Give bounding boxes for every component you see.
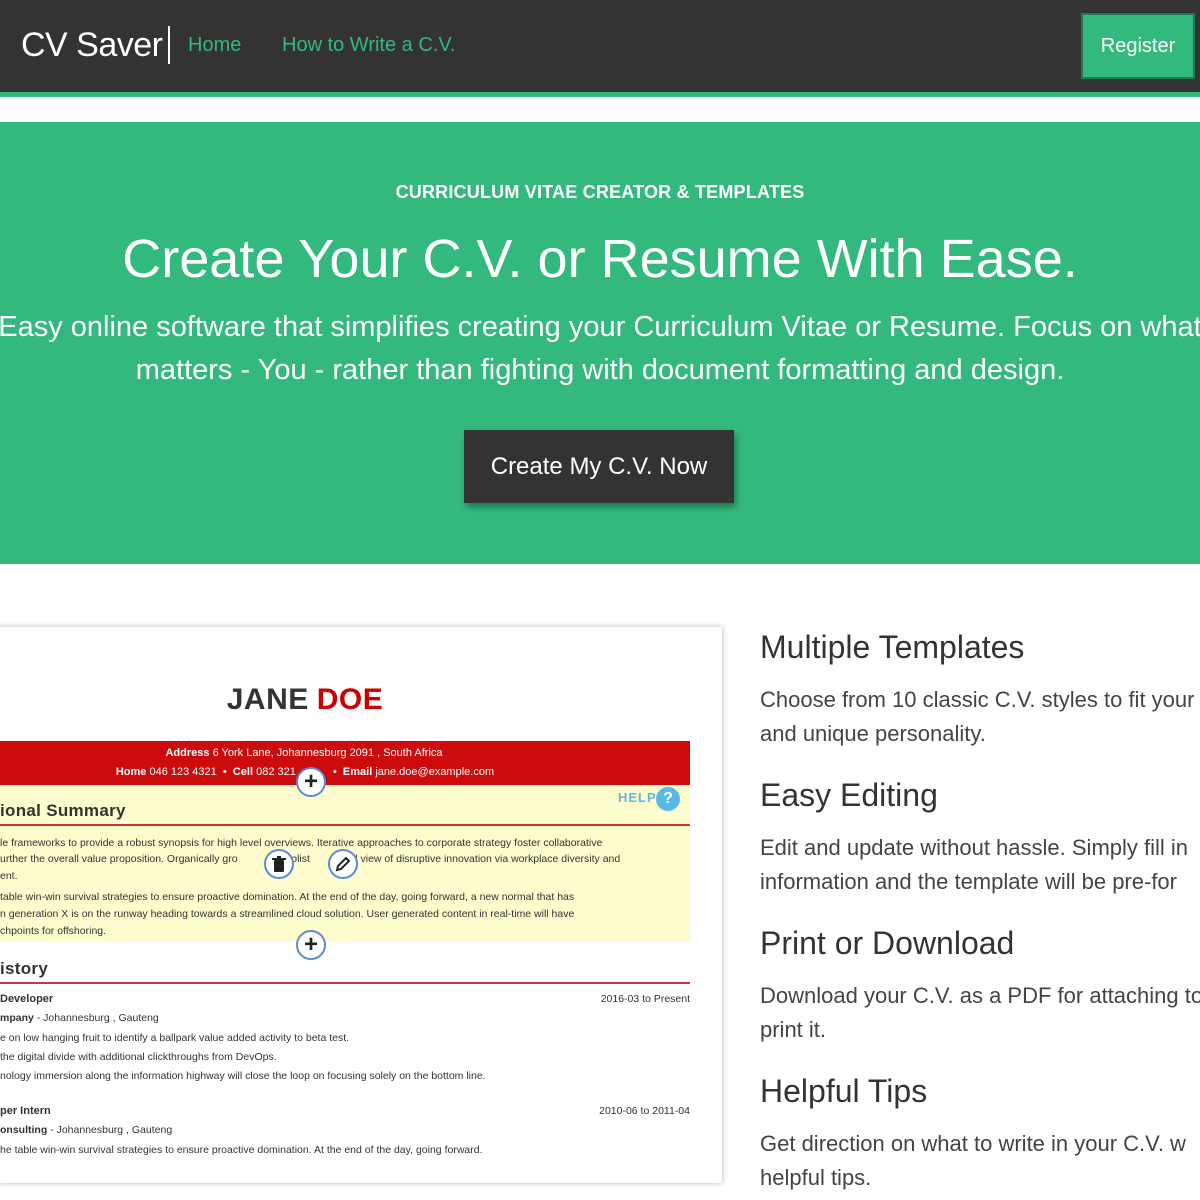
cv-job-company: mpany - Johannesburg , Gauteng <box>0 1012 159 1024</box>
cv-summary-line: ent. <box>0 870 18 882</box>
nav-link-how-to-write[interactable]: How to Write a C.V. <box>282 33 455 57</box>
cv-summary-line: n generation X is on the runway heading … <box>0 908 575 920</box>
hero-subtitle: Easy online software that simplifies cre… <box>0 306 1200 392</box>
hero-subtitle-line-2: matters - You - rather than fighting wit… <box>135 354 1065 386</box>
cv-company-name: mpany <box>0 1012 34 1024</box>
cv-contact-bar: Address 6 York Lane, Johannesburg 2091 ,… <box>0 741 690 785</box>
cv-email-label: Email <box>342 766 373 778</box>
cv-history-rule <box>0 982 690 984</box>
plus-icon: + <box>303 768 318 795</box>
feature-text-line: Edit and update without hassle. Simply f… <box>760 835 1189 860</box>
pencil-icon <box>335 856 351 872</box>
cv-job-line: he table win-win survival strategies to … <box>0 1144 483 1156</box>
cv-summary-fragment: urther the overall value proposition. Or… <box>0 853 238 865</box>
cv-home-label: Home <box>115 766 147 778</box>
feature-title-print: Print or Download <box>760 925 1015 961</box>
cv-job-line: e on low hanging fruit to identify a bal… <box>0 1032 350 1044</box>
feature-text-line: print it. <box>760 1017 827 1042</box>
cv-summary-heading: ional Summary <box>0 801 126 820</box>
edit-section-button[interactable] <box>328 849 358 879</box>
cv-company-location: - Johannesburg , Gauteng <box>33 1012 159 1024</box>
cv-address-row: Address 6 York Lane, Johannesburg 2091 ,… <box>0 747 610 759</box>
cv-job-line: the digital divide with additional click… <box>0 1051 277 1063</box>
navbar: CV Saver Home How to Write a C.V. Regist… <box>0 0 1200 92</box>
feature-text-line: Get direction on what to write in your C… <box>760 1131 1186 1156</box>
cv-first-name: JANE <box>226 683 309 716</box>
cv-email: jane.doe@example.com <box>375 766 495 778</box>
plus-icon: + <box>303 931 318 958</box>
hero-subtitle-line-1: Easy online software that simplifies cre… <box>0 311 1200 343</box>
cv-job-dates: 2010-06 to 2011-04 <box>599 1105 690 1117</box>
feature-text-line: and unique personality. <box>760 721 986 746</box>
cv-summary-line: le frameworks to provide a robust synops… <box>0 837 603 849</box>
cv-address-label: Address <box>165 747 210 759</box>
cv-company-name: onsulting <box>0 1124 48 1136</box>
feature-title-editing: Easy Editing <box>760 777 938 813</box>
register-button[interactable]: Register <box>1081 13 1195 79</box>
cv-home-phone: 046 123 4321 <box>149 766 217 778</box>
cv-cell-label: Cell <box>232 766 254 778</box>
feature-text-editing: Edit and update without hassle. Simply f… <box>760 831 1200 899</box>
feature-text-templates: Choose from 10 classic C.V. styles to fi… <box>760 683 1200 751</box>
cv-history-heading: istory <box>0 959 49 978</box>
cv-summary-line: urther the overall value proposition. Or… <box>0 851 620 867</box>
brand-logo[interactable]: CV Saver <box>21 24 163 66</box>
feature-title-tips: Helpful Tips <box>760 1073 928 1109</box>
cv-job-dates: 2016-03 to Present <box>600 993 690 1005</box>
cv-summary-fragment: d view of disruptive innovation via work… <box>351 853 621 865</box>
navbar-accent-line <box>0 92 1200 97</box>
cv-summary-rule <box>0 824 690 826</box>
cv-company-location: - Johannesburg , Gauteng <box>47 1124 173 1136</box>
cv-job-title: Developer <box>0 993 54 1005</box>
hero-kicker: CURRICULUM VITAE CREATOR & TEMPLATES <box>395 182 805 202</box>
feature-title-templates: Multiple Templates <box>760 629 1025 665</box>
feature-text-print: Download your C.V. as a PDF for attachin… <box>760 979 1200 1047</box>
feature-text-line: Download your C.V. as a PDF for attachin… <box>760 983 1200 1008</box>
cv-last-name: DOE <box>316 683 384 716</box>
cv-cell-phone: 082 321 <box>256 766 296 778</box>
nav-link-home[interactable]: Home <box>188 33 241 57</box>
cv-preview: JANE DOE Address 6 York Lane, Johannesbur… <box>0 627 722 1183</box>
cv-job-company: onsulting - Johannesburg , Gauteng <box>0 1124 172 1136</box>
create-cv-button[interactable]: Create My C.V. Now <box>464 430 734 503</box>
feature-text-line: helpful tips. <box>760 1165 872 1190</box>
cv-summary-line: chpoints for offshoring. <box>0 925 107 937</box>
cv-job-title: per Intern <box>0 1105 51 1117</box>
cv-name: JANE DOE <box>0 683 612 717</box>
feature-text-tips: Get direction on what to write in your C… <box>760 1127 1200 1195</box>
feature-text-line: information and the template will be pre… <box>760 869 1177 894</box>
add-section-below-button[interactable]: + <box>296 930 326 960</box>
cv-summary-line: table win-win survival strategies to ens… <box>0 891 575 903</box>
cv-job-line: nology immersion along the information h… <box>0 1070 486 1082</box>
question-icon[interactable]: ? <box>656 787 680 811</box>
add-section-above-button[interactable]: + <box>296 767 326 797</box>
trash-icon <box>272 856 286 872</box>
delete-section-button[interactable] <box>264 849 294 879</box>
help-link[interactable]: HELP <box>618 790 657 805</box>
feature-text-line: Choose from 10 classic C.V. styles to fi… <box>760 687 1195 712</box>
hero-title: Create Your C.V. or Resume With Ease. <box>122 229 1078 289</box>
brand-separator <box>168 26 170 64</box>
hero-section: CURRICULUM VITAE CREATOR & TEMPLATES Cre… <box>0 122 1200 564</box>
cv-address: 6 York Lane, Johannesburg 2091 , South A… <box>212 747 443 759</box>
